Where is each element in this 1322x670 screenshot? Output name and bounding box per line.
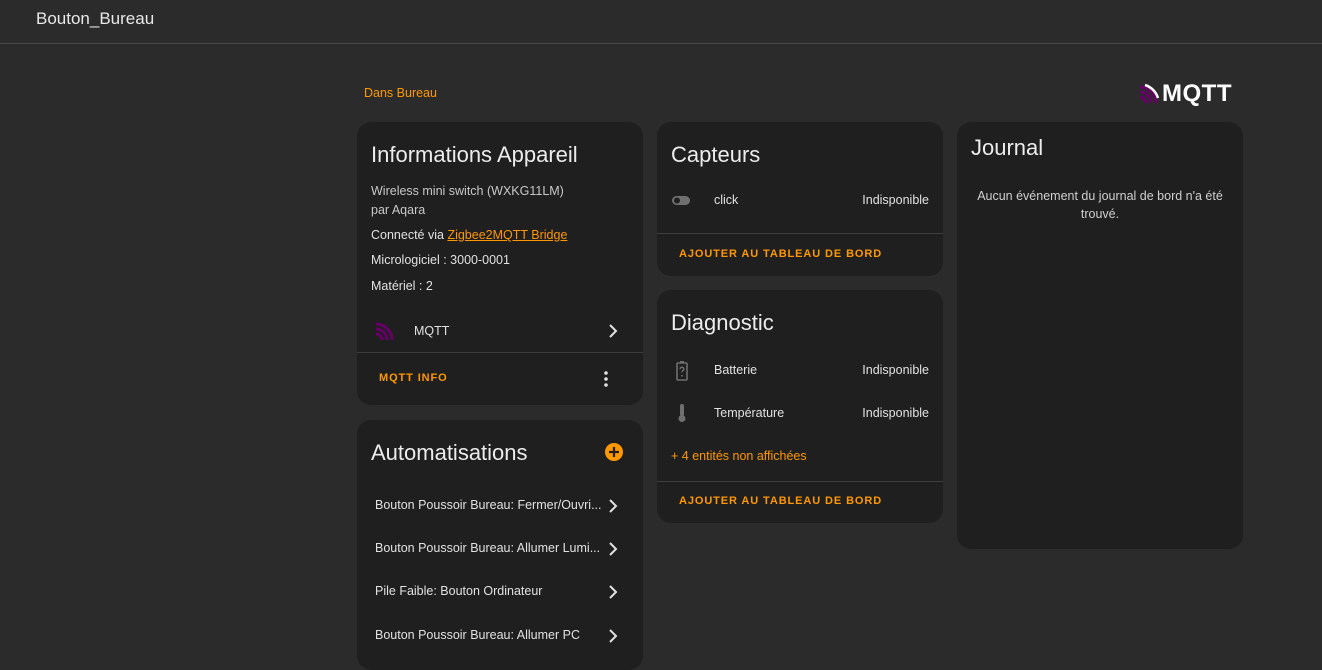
logbook-empty-message: Aucun événement du journal de bord n'a é… xyxy=(977,189,1223,221)
add-to-dashboard-button[interactable]: AJOUTER AU TABLEAU DE BORD xyxy=(679,495,882,507)
hardware-version: Matériel : 2 xyxy=(371,279,433,293)
chevron-right-icon xyxy=(609,499,618,513)
automation-item[interactable]: Bouton Poussoir Bureau: Allumer PC xyxy=(357,620,643,650)
automation-item-label: Pile Faible: Bouton Ordinateur xyxy=(375,584,543,598)
mqtt-logo-text: MQTT xyxy=(1162,80,1232,107)
chevron-right-icon xyxy=(609,542,618,556)
integration-label: MQTT xyxy=(414,324,450,338)
automation-item[interactable]: Pile Faible: Bouton Ordinateur xyxy=(357,576,643,606)
connected-via-label: Connecté via xyxy=(371,228,448,242)
entity-state: Indisponible xyxy=(862,193,929,207)
entity-name: click xyxy=(714,193,739,207)
card-divider xyxy=(657,233,943,234)
page-title: Bouton_Bureau xyxy=(36,9,155,28)
device-manufacturer: par Aqara xyxy=(371,203,426,217)
chevron-right-icon xyxy=(609,585,618,599)
entity-name: Batterie xyxy=(714,363,758,377)
zigbee2mqtt-bridge-link[interactable]: Zigbee2MQTT Bridge xyxy=(447,228,567,242)
automations-card: Automatisations Bouton Poussoir Bureau: … xyxy=(357,420,643,670)
chevron-right-icon xyxy=(609,324,618,338)
automation-item[interactable]: Bouton Poussoir Bureau: Fermer/Ouvri... xyxy=(357,490,643,520)
entity-state: Indisponible xyxy=(862,363,929,377)
mqtt-logo: MQTT xyxy=(1138,80,1232,108)
entity-row-battery[interactable]: Batterie Indisponible xyxy=(657,356,943,384)
hidden-entities-link[interactable]: + 4 entités non affichées xyxy=(671,449,807,463)
card-divider xyxy=(357,352,643,353)
area-link[interactable]: Dans Bureau xyxy=(364,86,437,100)
automations-title: Automatisations xyxy=(371,440,528,465)
thermometer-icon xyxy=(678,404,686,422)
chevron-right-icon xyxy=(609,629,618,643)
entity-row-click[interactable]: click Indisponible xyxy=(657,186,943,214)
toggle-switch-icon xyxy=(672,196,690,205)
more-vertical-icon[interactable] xyxy=(602,370,610,388)
entity-row-temperature[interactable]: Température Indisponible xyxy=(657,399,943,427)
diagnostic-title: Diagnostic xyxy=(671,310,774,335)
mqtt-info-button[interactable]: MQTT INFO xyxy=(379,372,448,384)
diagnostic-card: Diagnostic Batterie Indisponible Tempéra… xyxy=(657,290,943,523)
device-model: Wireless mini switch (WXKG11LM) xyxy=(371,184,564,198)
card-divider xyxy=(657,481,943,482)
device-info-title: Informations Appareil xyxy=(371,142,578,167)
sensors-card: Capteurs click Indisponible AJOUTER AU T… xyxy=(657,122,943,276)
top-app-bar: Bouton_Bureau xyxy=(0,0,1322,44)
mqtt-logo-icon xyxy=(1139,83,1160,104)
entity-name: Température xyxy=(714,406,785,420)
automation-item[interactable]: Bouton Poussoir Bureau: Allumer Lumi... xyxy=(357,533,643,563)
add-to-dashboard-button[interactable]: AJOUTER AU TABLEAU DE BORD xyxy=(679,248,882,260)
connected-via: Connecté via Zigbee2MQTT Bridge xyxy=(371,228,567,242)
integration-row[interactable]: MQTT xyxy=(357,310,643,350)
sensors-title: Capteurs xyxy=(671,142,761,167)
automation-item-label: Bouton Poussoir Bureau: Fermer/Ouvri... xyxy=(375,498,602,512)
entity-state: Indisponible xyxy=(862,406,929,420)
automation-item-label: Bouton Poussoir Bureau: Allumer Lumi... xyxy=(375,541,601,555)
mqtt-icon xyxy=(375,322,394,341)
battery-unknown-icon xyxy=(676,361,688,381)
device-info-card: Informations Appareil Wireless mini swit… xyxy=(357,122,643,405)
firmware-version: Micrologiciel : 3000-0001 xyxy=(371,253,510,267)
automation-item-label: Bouton Poussoir Bureau: Allumer PC xyxy=(375,628,580,642)
logbook-title: Journal xyxy=(971,135,1044,160)
logbook-card: Journal Aucun événement du journal de bo… xyxy=(957,122,1243,549)
add-automation-icon[interactable] xyxy=(604,442,624,462)
